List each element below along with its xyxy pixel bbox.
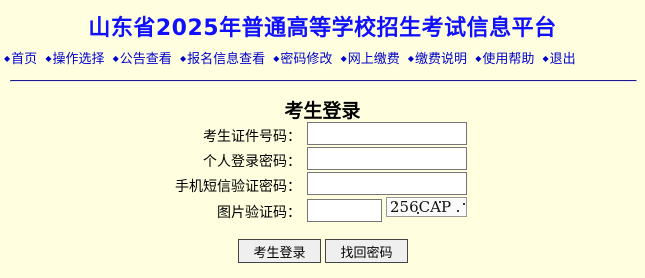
diamond-bullet-icon: ◆: [4, 54, 11, 63]
nav-help[interactable]: ◆使用帮助: [475, 52, 534, 67]
nav-online-payment[interactable]: ◆网上缴费: [341, 52, 400, 67]
nav-help-label: 使用帮助: [482, 52, 535, 67]
nav-registration-info[interactable]: ◆报名信息查看: [180, 52, 265, 67]
site-title: 山东省2025年普通高等学校招生考试信息平台: [88, 16, 557, 41]
nav-home-label: 首页: [11, 52, 38, 67]
nav-operation-select-label: 操作选择: [52, 52, 105, 67]
captcha-image-text: 256CAP: [390, 198, 452, 216]
login-button[interactable]: 考生登录: [238, 239, 321, 263]
captcha-noise-dot: [439, 201, 441, 203]
nav-logout[interactable]: ◆退出: [543, 52, 576, 67]
nav-registration-info-label: 报名信息查看: [187, 52, 266, 67]
nav-online-payment-label: 网上缴费: [347, 52, 400, 67]
nav-operation-select[interactable]: ◆操作选择: [45, 52, 104, 67]
id-number-label: 考生证件号码：: [203, 129, 301, 145]
captcha-label: 图片验证码：: [217, 205, 301, 221]
diamond-bullet-icon: ◆: [407, 54, 415, 63]
nav-payment-instructions[interactable]: ◆缴费说明: [408, 52, 467, 67]
diamond-bullet-icon: ◆: [542, 54, 549, 63]
header-divider: [10, 80, 637, 82]
sms-code-label: 手机短信验证密码：: [175, 179, 301, 195]
diamond-bullet-icon: ◆: [475, 54, 482, 63]
top-nav: ◆首页 ◆操作选择 ◆公告查看 ◆报名信息查看 ◆密码修改 ◆网上缴费 ◆缴费说…: [4, 48, 644, 67]
password-input[interactable]: [307, 147, 467, 170]
diamond-bullet-icon: ◆: [45, 54, 52, 63]
diamond-bullet-icon: ◆: [179, 54, 187, 63]
nav-change-password-label: 密码修改: [280, 52, 333, 67]
captcha-noise-dot: [395, 202, 397, 204]
nav-logout-label: 退出: [549, 52, 576, 67]
diamond-bullet-icon: ◆: [112, 54, 119, 63]
id-number-input[interactable]: [307, 122, 467, 145]
login-heading: 考生登录: [284, 100, 361, 122]
password-label: 个人登录密码：: [203, 154, 301, 170]
nav-announcements[interactable]: ◆公告查看: [113, 52, 172, 67]
captcha-image[interactable]: 256CAP: [386, 197, 467, 217]
nav-announcements-label: 公告查看: [119, 52, 172, 67]
nav-payment-instructions-label: 缴费说明: [415, 52, 468, 67]
captcha-noise-dot: [457, 210, 459, 212]
diamond-bullet-icon: ◆: [340, 54, 347, 63]
nav-home[interactable]: ◆首页: [4, 52, 37, 67]
captcha-noise-dot: [463, 203, 465, 205]
diamond-bullet-icon: ◆: [273, 54, 280, 63]
nav-change-password[interactable]: ◆密码修改: [273, 52, 332, 67]
sms-code-input[interactable]: [307, 172, 467, 195]
recover-password-button[interactable]: 找回密码: [325, 239, 408, 263]
captcha-input[interactable]: [307, 199, 382, 222]
captcha-noise-dot: [417, 212, 419, 214]
